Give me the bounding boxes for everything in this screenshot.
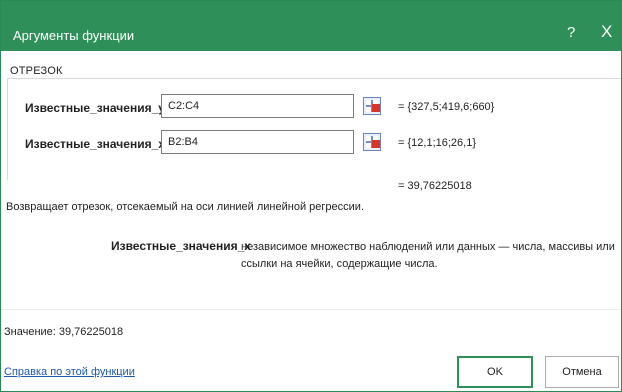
known-x-input[interactable] bbox=[161, 130, 354, 154]
range-marker-icon bbox=[372, 104, 380, 112]
argument-label-known-x: Известные_значения_x bbox=[25, 137, 165, 151]
function-help-link[interactable]: Справка по этой функции bbox=[4, 366, 135, 378]
argument-help-label: Известные_значения_x bbox=[111, 239, 251, 253]
function-arguments-dialog: Аргументы функции ? X ОТРЕЗОК Известные_… bbox=[0, 0, 622, 392]
range-select-button-known-x[interactable] bbox=[363, 133, 381, 151]
ok-button[interactable]: OK bbox=[457, 356, 533, 388]
formula-result-preview: = 39,76225018 bbox=[398, 180, 472, 192]
function-description: Возвращает отрезок, отсекаемый на оси ли… bbox=[6, 201, 364, 213]
range-select-button-known-y[interactable] bbox=[363, 97, 381, 115]
argument-label-known-y: Известные_значения_y bbox=[25, 101, 165, 115]
range-marker-icon bbox=[372, 140, 380, 148]
help-question-icon[interactable]: ? bbox=[567, 24, 575, 41]
title-bar[interactable]: Аргументы функции ? X bbox=[1, 1, 621, 51]
known-y-input[interactable] bbox=[161, 94, 354, 118]
divider bbox=[1, 309, 621, 310]
function-name: ОТРЕЗОК bbox=[10, 65, 63, 77]
close-icon[interactable]: X bbox=[601, 22, 612, 42]
known-x-preview: = {12,1;16;26,1} bbox=[398, 137, 476, 149]
known-y-preview: = {327,5;419,6;660} bbox=[398, 101, 495, 113]
dialog-title: Аргументы функции bbox=[13, 28, 135, 43]
argument-help-text: независимое множество наблюдений или дан… bbox=[241, 241, 615, 270]
value-result: Значение: 39,76225018 bbox=[4, 326, 124, 338]
cancel-button[interactable]: Отмена bbox=[545, 356, 619, 388]
